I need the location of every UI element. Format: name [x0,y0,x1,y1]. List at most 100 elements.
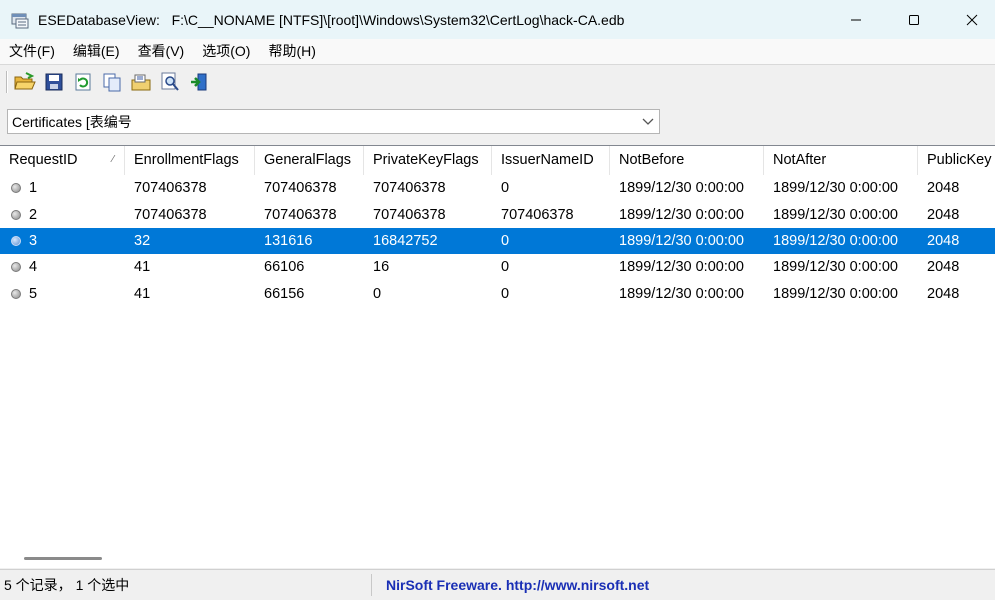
column-header-issuernameid[interactable]: IssuerNameID [492,146,610,175]
horizontal-scrollbar[interactable] [0,549,995,567]
column-header-row: RequestID ⁄ EnrollmentFlags GeneralFlags… [0,146,995,175]
copy-button[interactable] [100,70,124,94]
cell-privatekeyflags: 707406378 [373,180,446,197]
maximize-icon [909,14,919,25]
cell-issuernameid: 0 [501,232,510,249]
title-bar[interactable]: ESEDatabaseView: F:\C__NONAME [NTFS]\[ro… [0,0,995,39]
minimize-icon [851,19,861,20]
cell-privatekeyflags: 16 [373,259,390,276]
cell-publickey: 2048 [927,285,960,302]
cell-notbefore: 1899/12/30 0:00:00 [619,285,744,302]
cell-generalflags: 131616 [264,232,313,249]
close-icon [966,14,978,25]
refresh-icon [75,73,91,90]
cell-requestid: 4 [29,259,38,276]
cell-publickey: 2048 [927,180,960,197]
menu-edit[interactable]: 编辑(E) [64,39,129,64]
cell-generalflags: 707406378 [264,180,337,197]
cell-enrollmentflags: 707406378 [134,180,207,197]
cell-publickey: 2048 [927,206,960,223]
menu-view[interactable]: 查看(V) [129,39,194,64]
column-header-enrollmentflags[interactable]: EnrollmentFlags [125,146,255,175]
cell-notafter: 1899/12/30 0:00:00 [773,232,898,249]
column-header-notbefore[interactable]: NotBefore [610,146,764,175]
sort-ascending-icon: ⁄ [112,154,114,165]
open-button[interactable] [13,70,37,94]
cell-notbefore: 1899/12/30 0:00:00 [619,206,744,223]
record-icon [11,288,21,299]
cell-notbefore: 1899/12/30 0:00:00 [619,259,744,276]
cell-privatekeyflags: 16842752 [373,232,438,249]
window-title: ESEDatabaseView: F:\C__NONAME [NTFS]\[ro… [38,11,625,28]
minimize-button[interactable] [833,0,879,39]
cell-privatekeyflags: 707406378 [373,206,446,223]
cell-notafter: 1899/12/30 0:00:00 [773,259,898,276]
records-list[interactable]: RequestID ⁄ EnrollmentFlags GeneralFlags… [0,145,995,568]
app-window: ESEDatabaseView: F:\C__NONAME [NTFS]\[ro… [0,0,995,600]
cell-enrollmentflags: 41 [134,285,151,302]
properties-icon [131,74,151,90]
nirsoft-link[interactable]: NirSoft Freeware. http://www.nirsoft.net [372,574,649,596]
rows-container: 1 707406378 707406378 707406378 0 1899/1… [0,175,995,307]
cell-generalflags: 707406378 [264,206,337,223]
cell-requestid: 5 [29,285,38,302]
save-icon [45,73,63,90]
column-header-requestid[interactable]: RequestID ⁄ [0,146,125,175]
record-icon [11,209,21,220]
find-icon [161,72,179,91]
column-header-generalflags[interactable]: GeneralFlags [255,146,364,175]
cell-privatekeyflags: 0 [373,285,382,302]
table-row[interactable]: 2 707406378 707406378 707406378 70740637… [0,201,995,227]
toolbar [0,65,995,98]
menu-bar: 文件(F) 编辑(E) 查看(V) 选项(O) 帮助(H) [0,39,995,65]
table-select-value: Certificates [表编号 [12,113,132,130]
open-folder-icon [14,71,36,89]
maximize-button[interactable] [891,0,937,39]
table-row[interactable]: 5 41 66156 0 0 1899/12/30 0:00:00 1899/1… [0,281,995,307]
cell-publickey: 2048 [927,259,960,276]
cell-issuernameid: 707406378 [501,206,574,223]
column-header-notafter[interactable]: NotAfter [764,146,918,175]
cell-enrollmentflags: 707406378 [134,206,207,223]
refresh-button[interactable] [71,70,95,94]
table-select-dropdown[interactable]: Certificates [表编号 [7,109,660,134]
cell-enrollmentflags: 32 [134,232,151,249]
table-row[interactable]: 4 41 66106 16 0 1899/12/30 0:00:00 1899/… [0,254,995,280]
status-bar: 5 个记录， 1 个选中 NirSoft Freeware. http://ww… [0,569,995,600]
save-button[interactable] [42,70,66,94]
cell-notafter: 1899/12/30 0:00:00 [773,180,898,197]
cell-requestid: 3 [29,232,38,249]
exit-icon [191,73,207,90]
cell-issuernameid: 0 [501,285,510,302]
database-app-icon [10,10,30,30]
chevron-down-icon[interactable] [637,118,659,126]
status-record-count: 5 个记录， 1 个选中 [0,574,372,596]
record-icon [11,183,21,194]
table-row-selected[interactable]: 3 32 131616 16842752 0 1899/12/30 0:00:0… [0,227,995,255]
scrollbar-thumb[interactable] [24,557,102,560]
record-icon [11,262,21,273]
window-controls [821,0,995,39]
cell-notafter: 1899/12/30 0:00:00 [773,285,898,302]
cell-issuernameid: 0 [501,259,510,276]
menu-options[interactable]: 选项(O) [193,39,259,64]
properties-button[interactable] [129,70,153,94]
cell-requestid: 1 [29,180,38,197]
column-header-privatekeyflags[interactable]: PrivateKeyFlags [364,146,492,175]
cell-requestid: 2 [29,206,38,223]
close-button[interactable] [949,0,995,39]
copy-icon [103,73,121,91]
cell-enrollmentflags: 41 [134,259,151,276]
column-header-publickey[interactable]: PublicKey [918,146,995,175]
cell-notbefore: 1899/12/30 0:00:00 [619,180,744,197]
cell-notbefore: 1899/12/30 0:00:00 [619,232,744,249]
table-row[interactable]: 1 707406378 707406378 707406378 0 1899/1… [0,175,995,201]
menu-help[interactable]: 帮助(H) [259,39,324,64]
cell-publickey: 2048 [927,232,960,249]
menu-file[interactable]: 文件(F) [0,39,64,64]
find-button[interactable] [158,70,182,94]
exit-button[interactable] [187,70,211,94]
cell-generalflags: 66156 [264,285,305,302]
cell-generalflags: 66106 [264,259,305,276]
cell-notafter: 1899/12/30 0:00:00 [773,206,898,223]
